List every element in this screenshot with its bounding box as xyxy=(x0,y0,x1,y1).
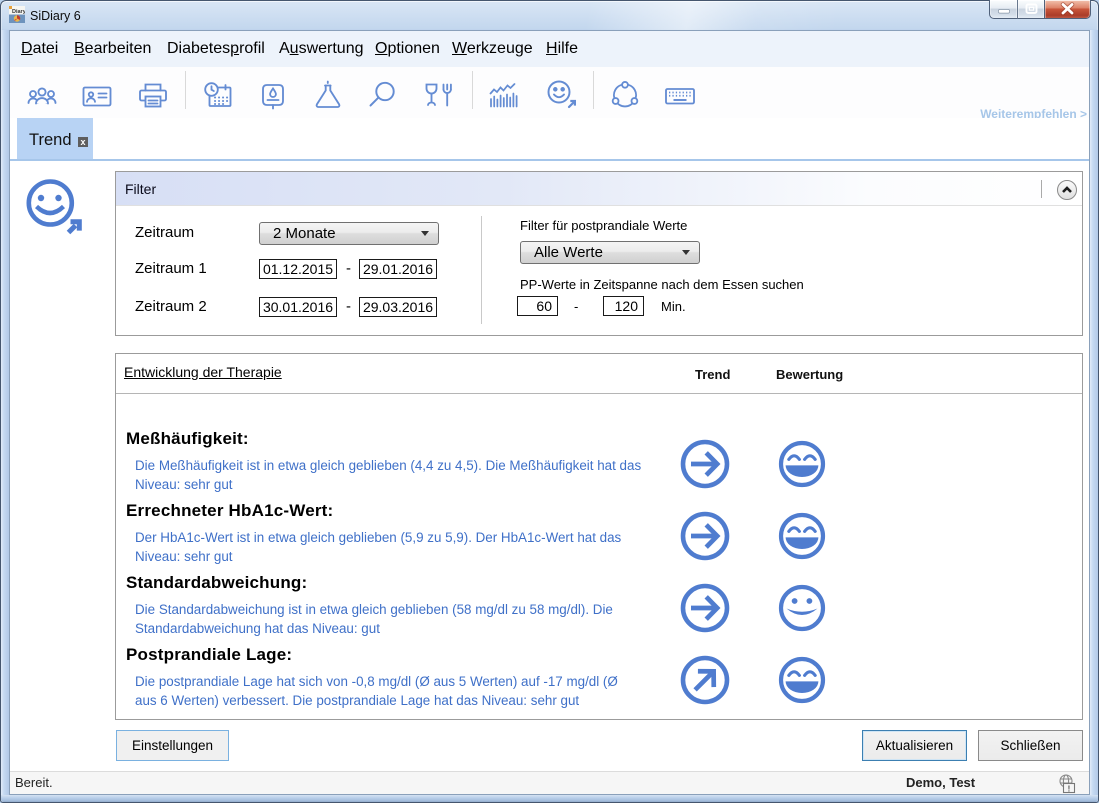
svg-text:!: ! xyxy=(1068,785,1071,794)
svg-text:Diary: Diary xyxy=(12,9,25,15)
